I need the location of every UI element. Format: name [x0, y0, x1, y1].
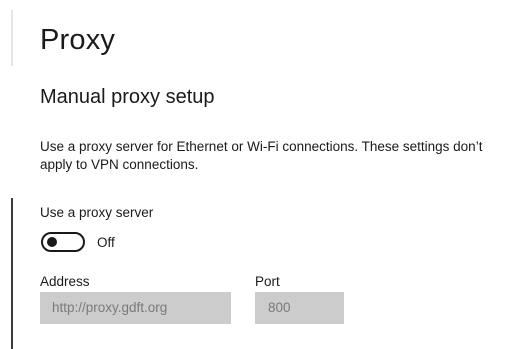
- scrollbar-track-upper[interactable]: [11, 10, 13, 66]
- page-title: Proxy: [40, 24, 116, 56]
- use-proxy-toggle[interactable]: [41, 232, 85, 252]
- address-label: Address: [40, 274, 90, 289]
- port-input[interactable]: 800: [255, 292, 344, 324]
- section-description: Use a proxy server for Ethernet or Wi-Fi…: [40, 139, 483, 172]
- port-label: Port: [255, 274, 280, 289]
- address-input[interactable]: http://proxy.gdft.org: [40, 292, 231, 324]
- toggle-knob: [47, 237, 57, 247]
- use-proxy-label: Use a proxy server: [40, 205, 154, 220]
- section-heading-manual-proxy: Manual proxy setup: [40, 86, 215, 108]
- scrollbar-track-lower[interactable]: [11, 198, 13, 349]
- use-proxy-toggle-state: Off: [97, 235, 115, 250]
- proxy-settings-page: Proxy Manual proxy setup Use a proxy ser…: [0, 0, 521, 349]
